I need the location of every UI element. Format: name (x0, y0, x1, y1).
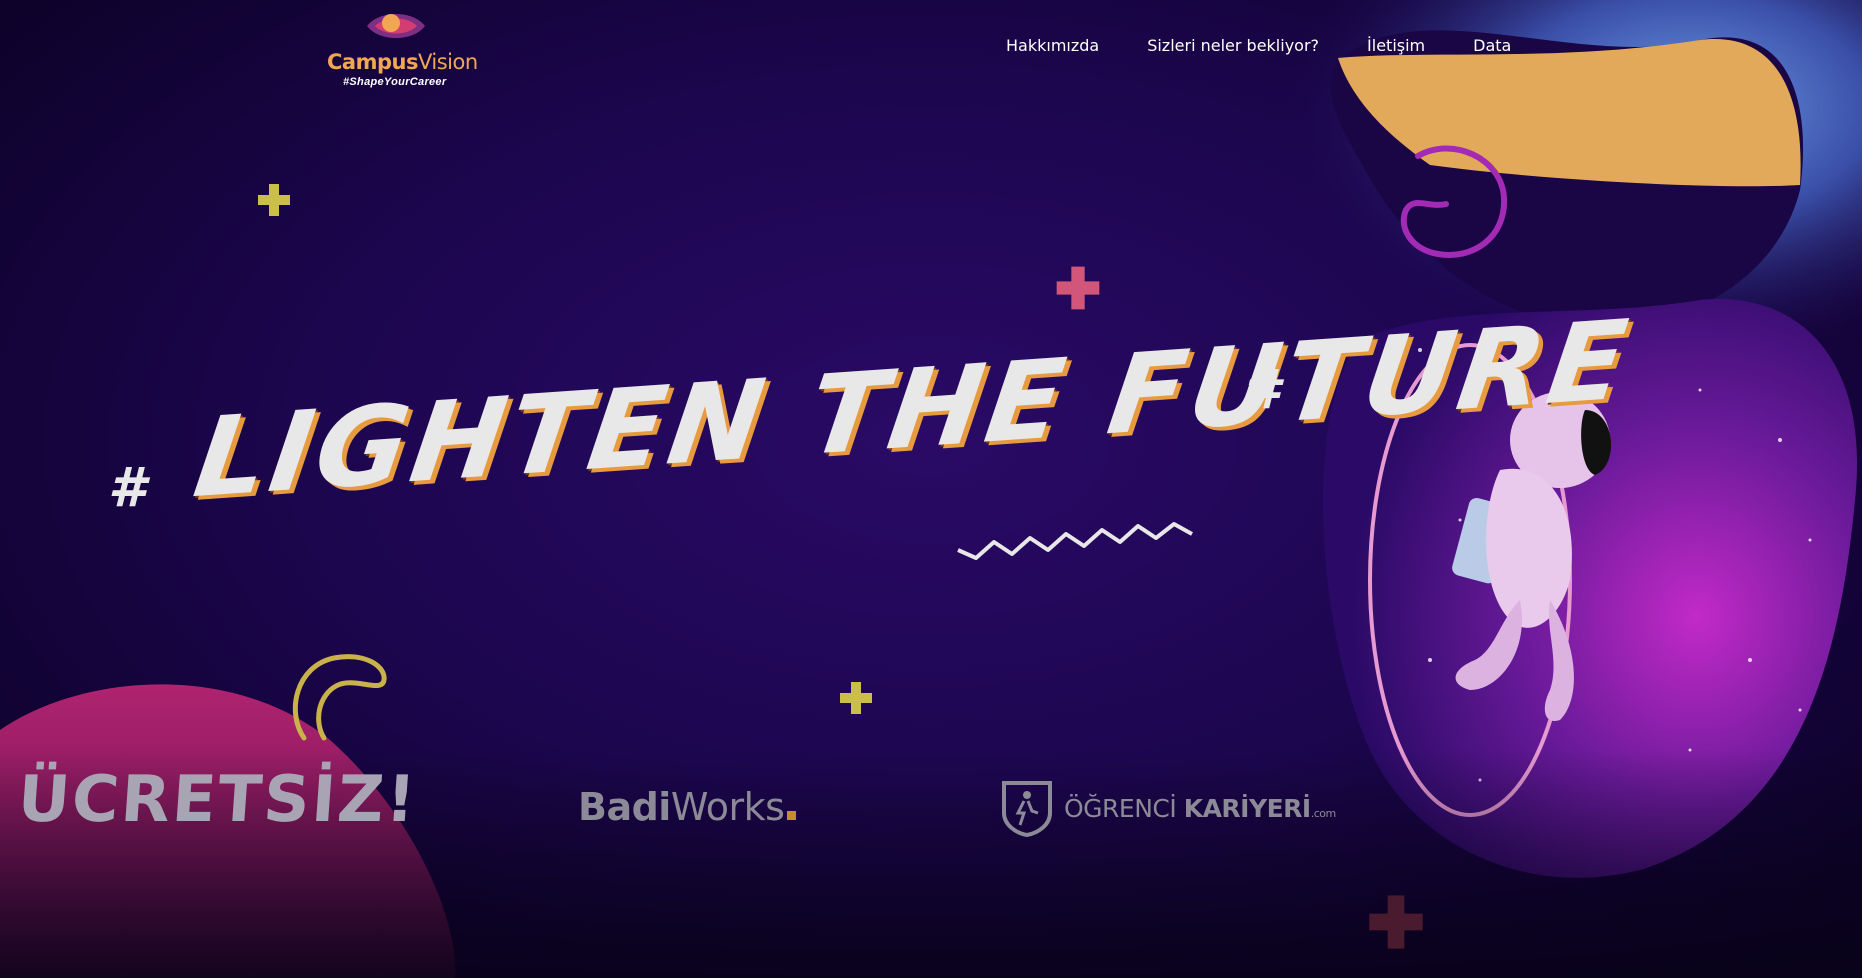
campusvision-logo[interactable]: CampusVision #ShapeYourCareer (325, 8, 478, 92)
purple-swirl-icon (1400, 145, 1508, 258)
free-badge-text: ÜCRETSİZ! (15, 763, 420, 837)
ogrenci-kariyeri-logo[interactable]: ÖĞRENCİ KARİYERİ.com (1000, 778, 1336, 838)
nav-link-data[interactable]: Data (1473, 36, 1511, 55)
ogrenci-kariyeri-wordmark: ÖĞRENCİ KARİYERİ.com (1064, 793, 1336, 823)
nav-link-iletisim[interactable]: İletişim (1367, 36, 1425, 55)
logo-tagline: #ShapeYourCareer (343, 76, 447, 88)
yellow-arc-icon (292, 654, 387, 741)
zigzag-underline (957, 522, 1193, 560)
badiworks-logo[interactable]: BadiWorks (578, 785, 797, 829)
logo-wordmark: CampusVision (327, 50, 478, 74)
yellow-plus-small-icon (840, 682, 872, 714)
badiworks-dot (787, 811, 797, 820)
main-nav: Hakkımızda Sizleri neler bekliyor? İleti… (1006, 36, 1559, 55)
nav-link-hakkimizda[interactable]: Hakkımızda (1006, 36, 1099, 55)
dark-plus-icon (1369, 895, 1423, 949)
hash-right: # (1242, 358, 1280, 421)
nav-link-sizleri-neler-bekliyor[interactable]: Sizleri neler bekliyor? (1147, 36, 1319, 55)
eye-logo-icon (367, 14, 425, 38)
hash-left: # (108, 456, 146, 519)
ogrenci-kariyeri-shield-icon (1002, 781, 1052, 837)
pink-plus-icon (1056, 266, 1100, 310)
yellow-plus-icon (258, 184, 290, 216)
